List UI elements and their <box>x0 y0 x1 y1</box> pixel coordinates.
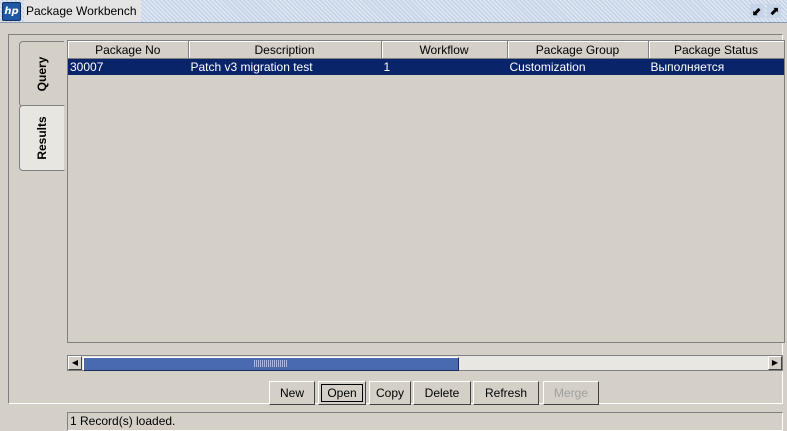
cell-description[interactable]: Patch v3 migration test <box>188 58 382 75</box>
open-button[interactable]: Open <box>318 381 366 405</box>
tab-query-label: Query <box>35 56 49 92</box>
maximize-icon[interactable]: ⬈ <box>767 4 781 18</box>
column-header-package-no[interactable]: Package No <box>68 41 189 59</box>
window-title: Package Workbench <box>24 0 141 22</box>
copy-button[interactable]: Copy <box>369 381 411 405</box>
column-header-package-group[interactable]: Package Group <box>507 41 649 59</box>
cell-package-status[interactable]: Выполняется <box>648 58 784 75</box>
cell-package-group[interactable]: Customization <box>507 58 649 75</box>
restore-icon[interactable]: ⬋ <box>750 4 764 18</box>
action-button-bar: New Open Copy Delete Refresh Merge <box>67 381 783 407</box>
workbench-frame: Query Results Package No Description Wor… <box>8 34 785 431</box>
column-header-workflow[interactable]: Workflow <box>381 41 508 59</box>
scroll-left-arrow-icon[interactable]: ◀ <box>68 356 82 370</box>
scrollbar-thumb[interactable] <box>83 357 459 371</box>
horizontal-scrollbar[interactable]: ◀ ▶ <box>67 355 783 371</box>
scroll-right-arrow-icon[interactable]: ▶ <box>768 356 782 370</box>
cell-package-no[interactable]: 30007 <box>68 58 189 75</box>
hp-logo-icon: hp <box>2 2 21 21</box>
tab-results-label: Results <box>35 116 49 160</box>
cell-workflow[interactable]: 1 <box>381 58 508 75</box>
tab-results[interactable]: Results <box>19 105 65 171</box>
vertical-tab-bar: Query Results <box>9 35 65 405</box>
table-row[interactable]: 30007 Patch v3 migration test 1 Customiz… <box>68 58 784 75</box>
results-grid: Package No Description Workflow Package … <box>67 40 785 343</box>
column-header-description[interactable]: Description <box>188 41 382 59</box>
refresh-button[interactable]: Refresh <box>473 381 539 405</box>
delete-button[interactable]: Delete <box>413 381 471 405</box>
merge-button: Merge <box>543 381 599 405</box>
scrollbar-grip <box>254 360 288 367</box>
column-header-package-status[interactable]: Package Status <box>648 41 784 59</box>
title-bar: hp Package Workbench ⬋ ⬈ <box>0 0 787 23</box>
tab-query[interactable]: Query <box>19 41 64 107</box>
status-bar: 1 Record(s) loaded. <box>67 412 783 431</box>
grid-header-row: Package No Description Workflow Package … <box>68 41 784 59</box>
new-button[interactable]: New <box>269 381 315 405</box>
